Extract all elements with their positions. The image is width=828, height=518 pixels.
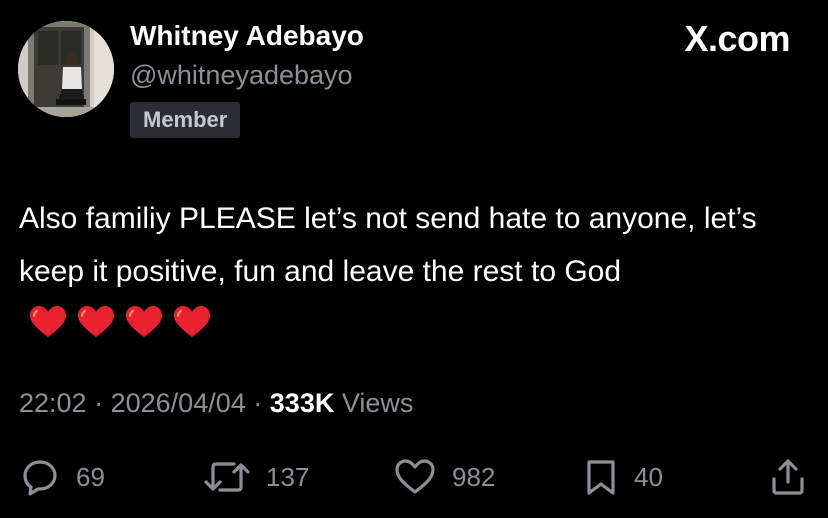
retweet-icon (204, 462, 250, 492)
user-handle[interactable]: @whitneyadebayo (130, 60, 353, 91)
tweet-text-content: Also familiy PLEASE let’s not send hate … (19, 202, 757, 288)
meta-separator: · (94, 388, 104, 418)
brand-logo: X.com (684, 18, 790, 59)
heart-emoji-icon (78, 306, 114, 337)
views-label: Views (341, 388, 414, 418)
reply-icon (23, 460, 57, 496)
heart-emoji-icon (126, 306, 162, 337)
reply-count: 69 (76, 461, 105, 492)
tweet-meta: 22:02 · 2026/04/04 · 333K Views (19, 388, 413, 419)
avatar[interactable] (18, 21, 114, 117)
tweet-time[interactable]: 22:02 (19, 388, 87, 418)
reply-button[interactable]: 69 (20, 455, 105, 499)
heart-emoji-icon (174, 306, 210, 337)
member-badge: Member (130, 102, 241, 138)
retweet-button[interactable]: 137 (204, 455, 309, 499)
profile-photo-icon (18, 21, 114, 117)
share-icon (772, 459, 804, 495)
bookmark-count: 40 (634, 461, 663, 492)
like-count: 982 (452, 461, 496, 492)
like-icon (395, 459, 435, 494)
bookmark-button[interactable]: 40 (584, 455, 663, 499)
share-button[interactable] (768, 455, 808, 499)
tweet-date[interactable]: 2026/04/04 (111, 388, 246, 418)
retweet-count: 137 (266, 461, 310, 492)
bookmark-icon (587, 460, 615, 495)
heart-emoji-icon (30, 306, 66, 337)
like-button[interactable]: 982 (394, 455, 495, 499)
meta-separator: · (253, 388, 263, 418)
tweet-card: Whitney Adebayo @whitneyadebayo Member X… (0, 0, 828, 518)
tweet-text: Also familiy PLEASE let’s not send hate … (19, 192, 809, 356)
heart-emoji-group (29, 303, 221, 356)
display-name[interactable]: Whitney Adebayo (130, 20, 364, 52)
views-count: 333K (269, 388, 335, 418)
